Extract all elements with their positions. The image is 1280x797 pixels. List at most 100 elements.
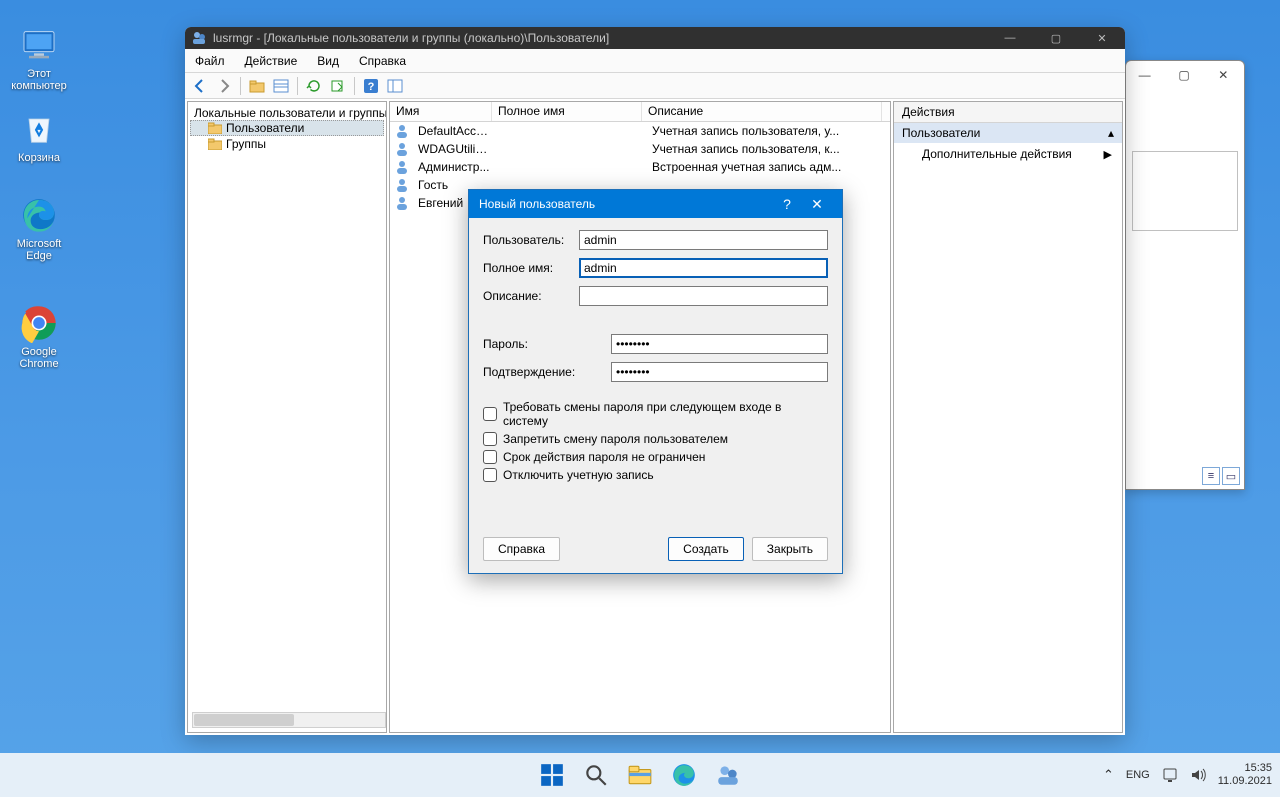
back-button[interactable] — [189, 76, 211, 96]
lusrmgr-taskbar-icon[interactable] — [715, 762, 741, 788]
checkbox-icon — [483, 450, 497, 464]
up-folder-icon[interactable] — [246, 76, 268, 96]
window-title: lusrmgr - [Локальные пользователи и груп… — [213, 31, 609, 45]
check-disabled[interactable]: Отключить учетную запись — [483, 468, 828, 482]
background-window[interactable]: — ▢ ✕ ≡ ▭ — [1125, 60, 1245, 490]
clock-time: 15:35 — [1218, 762, 1272, 775]
new-user-dialog: Новый пользователь ? ✕ Пользователь: Пол… — [468, 189, 843, 574]
tray-chevron-icon[interactable]: ⌃ — [1103, 767, 1114, 783]
edge-taskbar-icon[interactable] — [671, 762, 697, 788]
actions-pane: Действия Пользователи ▴ Дополнительные д… — [893, 101, 1123, 733]
desktop-icon-edge[interactable]: Microsoft Edge — [2, 194, 76, 262]
checkbox-icon — [483, 432, 497, 446]
search-icon[interactable] — [583, 762, 609, 788]
list-row[interactable]: DefaultAcco...Учетная запись пользовател… — [390, 122, 890, 140]
forward-button[interactable] — [213, 76, 235, 96]
tree-item-users[interactable]: Пользователи — [190, 120, 384, 136]
list-row[interactable]: WDAGUtility... Учетная запись пользовател… — [390, 140, 890, 158]
network-icon[interactable] — [1162, 767, 1178, 783]
menu-file[interactable]: Файл — [185, 54, 235, 68]
list-row[interactable]: Администр...Встроенная учетная запись ад… — [390, 158, 890, 176]
description-label: Описание: — [483, 289, 579, 303]
check-never-expires[interactable]: Срок действия пароля не ограничен — [483, 450, 828, 464]
col-name-header[interactable]: Имя — [390, 102, 492, 121]
dialog-help-button[interactable]: ? — [772, 196, 802, 212]
desktop-icon-recycle-bin[interactable]: Корзина — [2, 108, 76, 164]
col-fullname-header[interactable]: Полное имя — [492, 102, 642, 121]
start-button[interactable] — [539, 762, 565, 788]
check-label: Срок действия пароля не ограничен — [503, 450, 705, 464]
col-description-header[interactable]: Описание — [642, 102, 882, 121]
desktop-icon-chrome[interactable]: Google Chrome — [2, 302, 76, 370]
dialog-title: Новый пользователь — [479, 197, 595, 211]
cell-description: Учетная запись пользователя, к... — [646, 142, 886, 156]
explorer-icon[interactable] — [627, 762, 653, 788]
toolbar: ? — [185, 73, 1125, 99]
dialog-titlebar[interactable]: Новый пользователь ? ✕ — [469, 190, 842, 218]
user-input[interactable] — [579, 230, 828, 250]
tree-item-groups[interactable]: Группы — [190, 136, 384, 152]
cell-name: Администр... — [412, 160, 496, 174]
export-icon[interactable] — [327, 76, 349, 96]
close-button[interactable]: Закрыть — [752, 537, 828, 561]
user-icon — [394, 195, 410, 211]
desktop-icon-label: Корзина — [18, 152, 60, 164]
this-pc-icon — [18, 24, 60, 66]
create-button[interactable]: Создать — [668, 537, 744, 561]
close-button[interactable]: ✕ — [1205, 62, 1242, 88]
desktop-icon-label: Microsoft Edge — [17, 238, 62, 262]
minimize-button[interactable]: — — [1126, 62, 1163, 88]
folder-icon — [208, 122, 222, 134]
dialog-close-button[interactable]: ✕ — [802, 196, 832, 213]
actions-section-label: Пользователи — [902, 126, 980, 140]
minimize-button[interactable]: — — [987, 27, 1033, 49]
menu-action[interactable]: Действие — [235, 54, 308, 68]
background-panel — [1132, 151, 1238, 231]
clock-date: 11.09.2021 — [1218, 775, 1272, 788]
refresh-icon[interactable] — [303, 76, 325, 96]
desktop-icon-label: Google Chrome — [19, 346, 58, 370]
action-more[interactable]: Дополнительные действия ▶ — [894, 143, 1122, 165]
maximize-button[interactable]: ▢ — [1033, 27, 1079, 49]
recycle-bin-icon — [18, 108, 60, 150]
folder-icon — [208, 138, 222, 150]
help-button[interactable]: Справка — [483, 537, 560, 561]
check-cannot-change[interactable]: Запретить смену пароля пользователем — [483, 432, 828, 446]
confirm-input[interactable] — [611, 362, 828, 382]
tree-item-label: Группы — [226, 137, 266, 151]
check-label: Запретить смену пароля пользователем — [503, 432, 728, 446]
fullname-input[interactable] — [579, 258, 828, 278]
list-view-icon[interactable] — [384, 76, 406, 96]
check-require-change[interactable]: Требовать смены пароля при следующем вхо… — [483, 400, 828, 428]
desktop-icon-this-pc[interactable]: Этот компьютер — [2, 24, 76, 92]
taskbar-clock[interactable]: 15:35 11.09.2021 — [1218, 762, 1272, 787]
checkbox-icon — [483, 468, 497, 482]
view-list-icon[interactable]: ≡ — [1202, 467, 1220, 485]
volume-icon[interactable] — [1190, 767, 1206, 783]
description-input[interactable] — [579, 286, 828, 306]
tree-root-label: Локальные пользователи и группы — [194, 106, 387, 120]
user-icon — [394, 159, 410, 175]
checkbox-icon — [483, 407, 497, 421]
horizontal-scrollbar[interactable] — [192, 712, 386, 728]
close-button[interactable]: ✕ — [1079, 27, 1125, 49]
actions-section-users[interactable]: Пользователи ▴ — [894, 123, 1122, 143]
password-input[interactable] — [611, 334, 828, 354]
lang-indicator[interactable]: ENG — [1126, 769, 1150, 781]
list-header: Имя Полное имя Описание — [390, 102, 890, 122]
cell-name: DefaultAcco... — [412, 124, 496, 138]
maximize-button[interactable]: ▢ — [1165, 62, 1202, 88]
fullname-label: Полное имя: — [483, 261, 579, 275]
view-details-icon[interactable]: ▭ — [1222, 467, 1240, 485]
properties-icon[interactable] — [270, 76, 292, 96]
cell-name: WDAGUtility... — [412, 142, 496, 156]
menu-help[interactable]: Справка — [349, 54, 416, 68]
action-more-label: Дополнительные действия — [922, 147, 1072, 161]
menu-view[interactable]: Вид — [307, 54, 349, 68]
help-icon[interactable]: ? — [360, 76, 382, 96]
tree-root[interactable]: Локальные пользователи и группы — [190, 106, 384, 120]
collapse-icon: ▴ — [1108, 126, 1114, 140]
taskbar: ⌃ ENG 15:35 11.09.2021 — [0, 753, 1280, 797]
password-label: Пароль: — [483, 337, 611, 351]
window-titlebar[interactable]: lusrmgr - [Локальные пользователи и груп… — [185, 27, 1125, 49]
